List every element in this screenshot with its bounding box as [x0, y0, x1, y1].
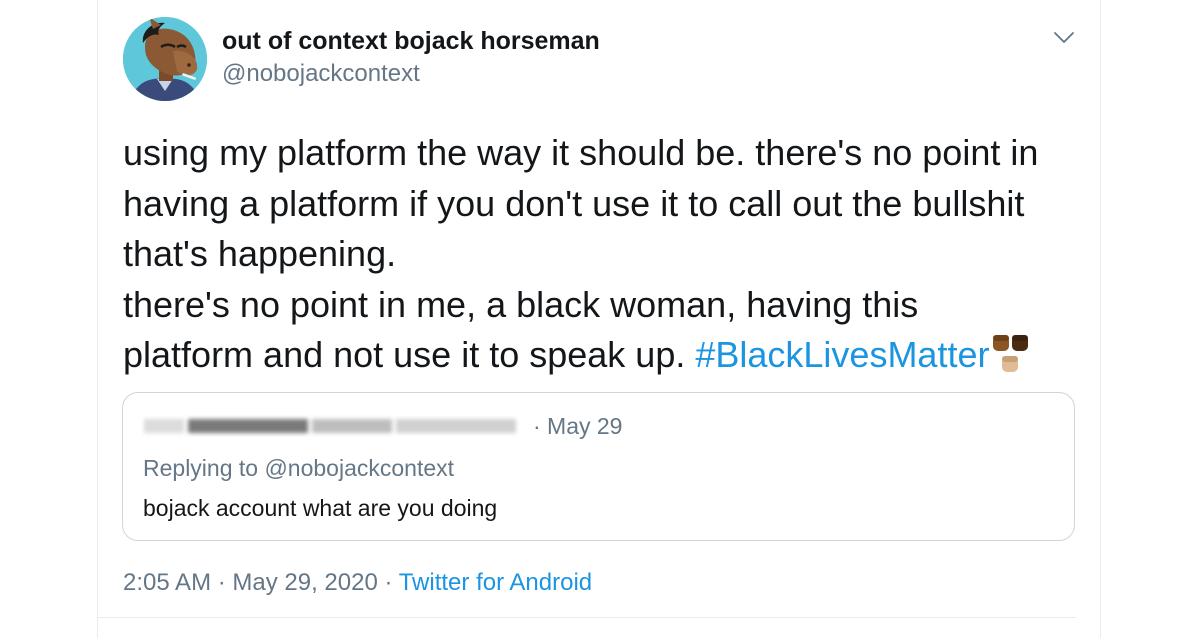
tweet-line: having a platform if you don't use it to… [123, 182, 1025, 224]
divider [97, 617, 1076, 618]
bojack-avatar-image [123, 17, 207, 101]
avatar[interactable] [123, 17, 207, 101]
tweet-source[interactable]: Twitter for Android [399, 569, 592, 596]
tweet-line: that's happening. [123, 233, 397, 274]
tweet-line-last: platform and not use it to speak up. #Bl… [123, 330, 1083, 381]
hashtag-link[interactable]: #BlackLivesMatter [695, 334, 989, 375]
chevron-down-icon[interactable] [1052, 26, 1076, 50]
tweet-body: using my platform the way it should be. … [123, 128, 1083, 381]
tweet-line: there's no point in me, a black woman, h… [123, 283, 919, 325]
tweet-meta: 2:05 AM · May 29, 2020 · Twitter for And… [123, 569, 592, 597]
tweet-line-text: platform and not use it to speak up. [123, 334, 696, 375]
blurred-username [144, 419, 516, 433]
tweet-line: using my platform the way it should be. … [123, 132, 1039, 173]
author-display-name[interactable]: out of context bojack horseman [222, 27, 600, 56]
quoted-tweet-date[interactable]: · May 29 [533, 413, 622, 440]
author-handle[interactable]: @nobojackcontext [222, 60, 420, 88]
quoted-tweet-text: bojack account what are you doing [143, 495, 498, 521]
replying-to: Replying to @nobojackcontext [143, 455, 455, 481]
raised-fist-emoji-icon [993, 335, 1029, 372]
tweet-timestamp[interactable]: 2:05 AM · May 29, 2020 · [123, 569, 399, 596]
